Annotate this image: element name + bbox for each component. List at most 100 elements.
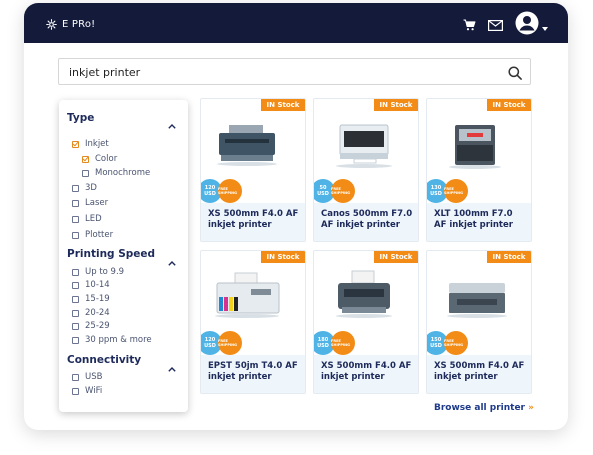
cart-icon[interactable]: [463, 19, 476, 31]
checkbox[interactable]: [72, 231, 79, 239]
checkbox[interactable]: [72, 336, 79, 344]
product-name[interactable]: XS 500mm F4.0 AF inkjet printer: [208, 209, 301, 231]
filter-connectivity-title: Connectivity: [67, 354, 142, 366]
product-name[interactable]: XS 500mm F4.0 AF inkjet printer: [434, 361, 527, 383]
option-label: 15-19: [85, 294, 110, 304]
product-image: 120 USD FREE SHIPPING: [201, 111, 305, 203]
product-info: XS 500mm F4.0 AF inkjet printer: [201, 203, 305, 241]
option-label: 10-14: [85, 280, 110, 290]
filter-option-led[interactable]: LED: [72, 214, 102, 224]
product-info: XS 500mm F4.0 AF inkjet printer: [427, 355, 531, 393]
option-label: Up to 9.9: [85, 267, 125, 277]
product-name[interactable]: XLT 100mm F7.0 AF inkjet printer: [434, 209, 527, 231]
free-shipping-badge: FREE SHIPPING: [218, 331, 242, 355]
checkbox[interactable]: [72, 309, 79, 317]
option-label: 25-29: [85, 321, 110, 331]
product-card[interactable]: IN Stock 50 USD FREE SHIPPING Canos 500mm…: [313, 98, 419, 242]
stock-badge: IN Stock: [374, 99, 418, 111]
filter-panel: Type Inkjet Color Monochrome 3D Laser LE…: [59, 100, 188, 412]
filter-option-speed-30-plus[interactable]: 30 ppm & more: [72, 335, 152, 345]
option-label: 3D: [85, 183, 97, 193]
stock-badge: IN Stock: [374, 251, 418, 263]
filter-option-speed-25-29[interactable]: 25-29: [72, 321, 110, 331]
option-label: Plotter: [85, 230, 114, 240]
checkbox[interactable]: [72, 268, 79, 276]
product-name[interactable]: EPST 50jm T4.0 AF inkjet printer: [208, 361, 301, 383]
filter-option-laser[interactable]: Laser: [72, 198, 108, 208]
brand-name: E PRo!: [62, 19, 96, 30]
free-shipping-badge: FREE SHIPPING: [331, 179, 355, 203]
checkbox[interactable]: [72, 387, 79, 395]
product-card[interactable]: IN Stock 180 USD FREE SHIPPING XS 500mm F…: [313, 250, 419, 394]
product-card[interactable]: IN Stock 130 USD FREE SHIPPING XLT 100mm …: [426, 98, 532, 242]
filter-option-wifi[interactable]: WiFi: [72, 386, 102, 396]
product-card[interactable]: IN Stock 150 USD FREE SHIPPING XS 500mm F…: [426, 250, 532, 394]
option-label: Monochrome: [95, 168, 151, 178]
checkbox[interactable]: [72, 281, 79, 289]
checkbox[interactable]: [82, 155, 89, 163]
price-currency: USD: [204, 191, 216, 197]
filter-type-title: Type: [67, 112, 95, 124]
top-bar: E PRo!: [24, 3, 568, 43]
price-currency: USD: [204, 343, 216, 349]
checkbox[interactable]: [72, 184, 79, 192]
filter-option-speed-up-to-9-9[interactable]: Up to 9.9: [72, 267, 124, 277]
header-actions: [463, 11, 548, 39]
filter-option-usb[interactable]: USB: [72, 372, 102, 382]
chevron-up-icon[interactable]: [168, 357, 176, 376]
product-image: 120 USD FREE SHIPPING: [201, 263, 305, 355]
mail-icon[interactable]: [488, 19, 503, 31]
filter-option-speed-15-19[interactable]: 15-19: [72, 294, 110, 304]
checkbox[interactable]: [72, 199, 79, 207]
user-avatar-icon: [515, 11, 539, 39]
price-currency: USD: [317, 191, 329, 197]
checkbox[interactable]: [82, 169, 89, 177]
price-currency: USD: [430, 191, 442, 197]
product-info: XLT 100mm F7.0 AF inkjet printer: [427, 203, 531, 241]
free-shipping-badge: FREE SHIPPING: [331, 331, 355, 355]
checkbox[interactable]: [72, 215, 79, 223]
option-label: Inkjet: [85, 139, 109, 149]
brand[interactable]: E PRo!: [46, 15, 95, 34]
free-shipping-badge: FREE SHIPPING: [444, 331, 468, 355]
option-label: LED: [85, 214, 102, 224]
option-label: 30 ppm & more: [85, 335, 152, 345]
product-image: 130 USD FREE SHIPPING: [427, 111, 531, 203]
option-label: WiFi: [85, 386, 103, 396]
option-label: 20-24: [85, 308, 110, 318]
price-currency: USD: [317, 343, 329, 349]
browse-label: Browse all printer: [434, 403, 525, 413]
product-info: EPST 50jm T4.0 AF inkjet printer: [201, 355, 305, 393]
checkbox[interactable]: [72, 295, 79, 303]
product-image: 150 USD FREE SHIPPING: [427, 263, 531, 355]
user-menu[interactable]: [515, 11, 548, 39]
free-shipping-badge: FREE SHIPPING: [218, 179, 242, 203]
product-card[interactable]: IN Stock 120 USD FREE SHIPPING EPST 50jm …: [200, 250, 306, 394]
search-input[interactable]: [69, 62, 489, 82]
filter-option-inkjet[interactable]: Inkjet: [72, 139, 109, 149]
option-label: Color: [95, 154, 118, 164]
stock-badge: IN Stock: [487, 99, 531, 111]
product-card[interactable]: IN Stock 120 USD FREE SHIPPING XS 500mm F…: [200, 98, 306, 242]
checkbox[interactable]: [72, 140, 79, 148]
checkbox[interactable]: [72, 373, 79, 381]
browse-all-link[interactable]: Browse all printer »: [434, 403, 534, 413]
price-currency: USD: [430, 343, 442, 349]
product-name[interactable]: Canos 500mm F7.0 AF inkjet printer: [321, 209, 414, 231]
chevron-up-icon[interactable]: [168, 114, 176, 133]
product-image: 50 USD FREE SHIPPING: [314, 111, 418, 203]
checkbox[interactable]: [72, 322, 79, 330]
product-name[interactable]: XS 500mm F4.0 AF inkjet printer: [321, 361, 414, 383]
filter-option-speed-20-24[interactable]: 20-24: [72, 308, 110, 318]
chevron-up-icon[interactable]: [168, 251, 176, 270]
filter-option-3d[interactable]: 3D: [72, 183, 97, 193]
filter-speed-title: Printing Speed: [67, 248, 156, 260]
search-icon[interactable]: [508, 65, 522, 84]
filter-option-speed-10-14[interactable]: 10-14: [72, 280, 110, 290]
filter-option-color[interactable]: Color: [82, 154, 117, 164]
filter-option-monochrome[interactable]: Monochrome: [82, 168, 150, 178]
option-label: Laser: [85, 198, 109, 208]
filter-option-plotter[interactable]: Plotter: [72, 230, 113, 240]
caret-down-icon: [542, 16, 548, 35]
product-info: Canos 500mm F7.0 AF inkjet printer: [314, 203, 418, 241]
